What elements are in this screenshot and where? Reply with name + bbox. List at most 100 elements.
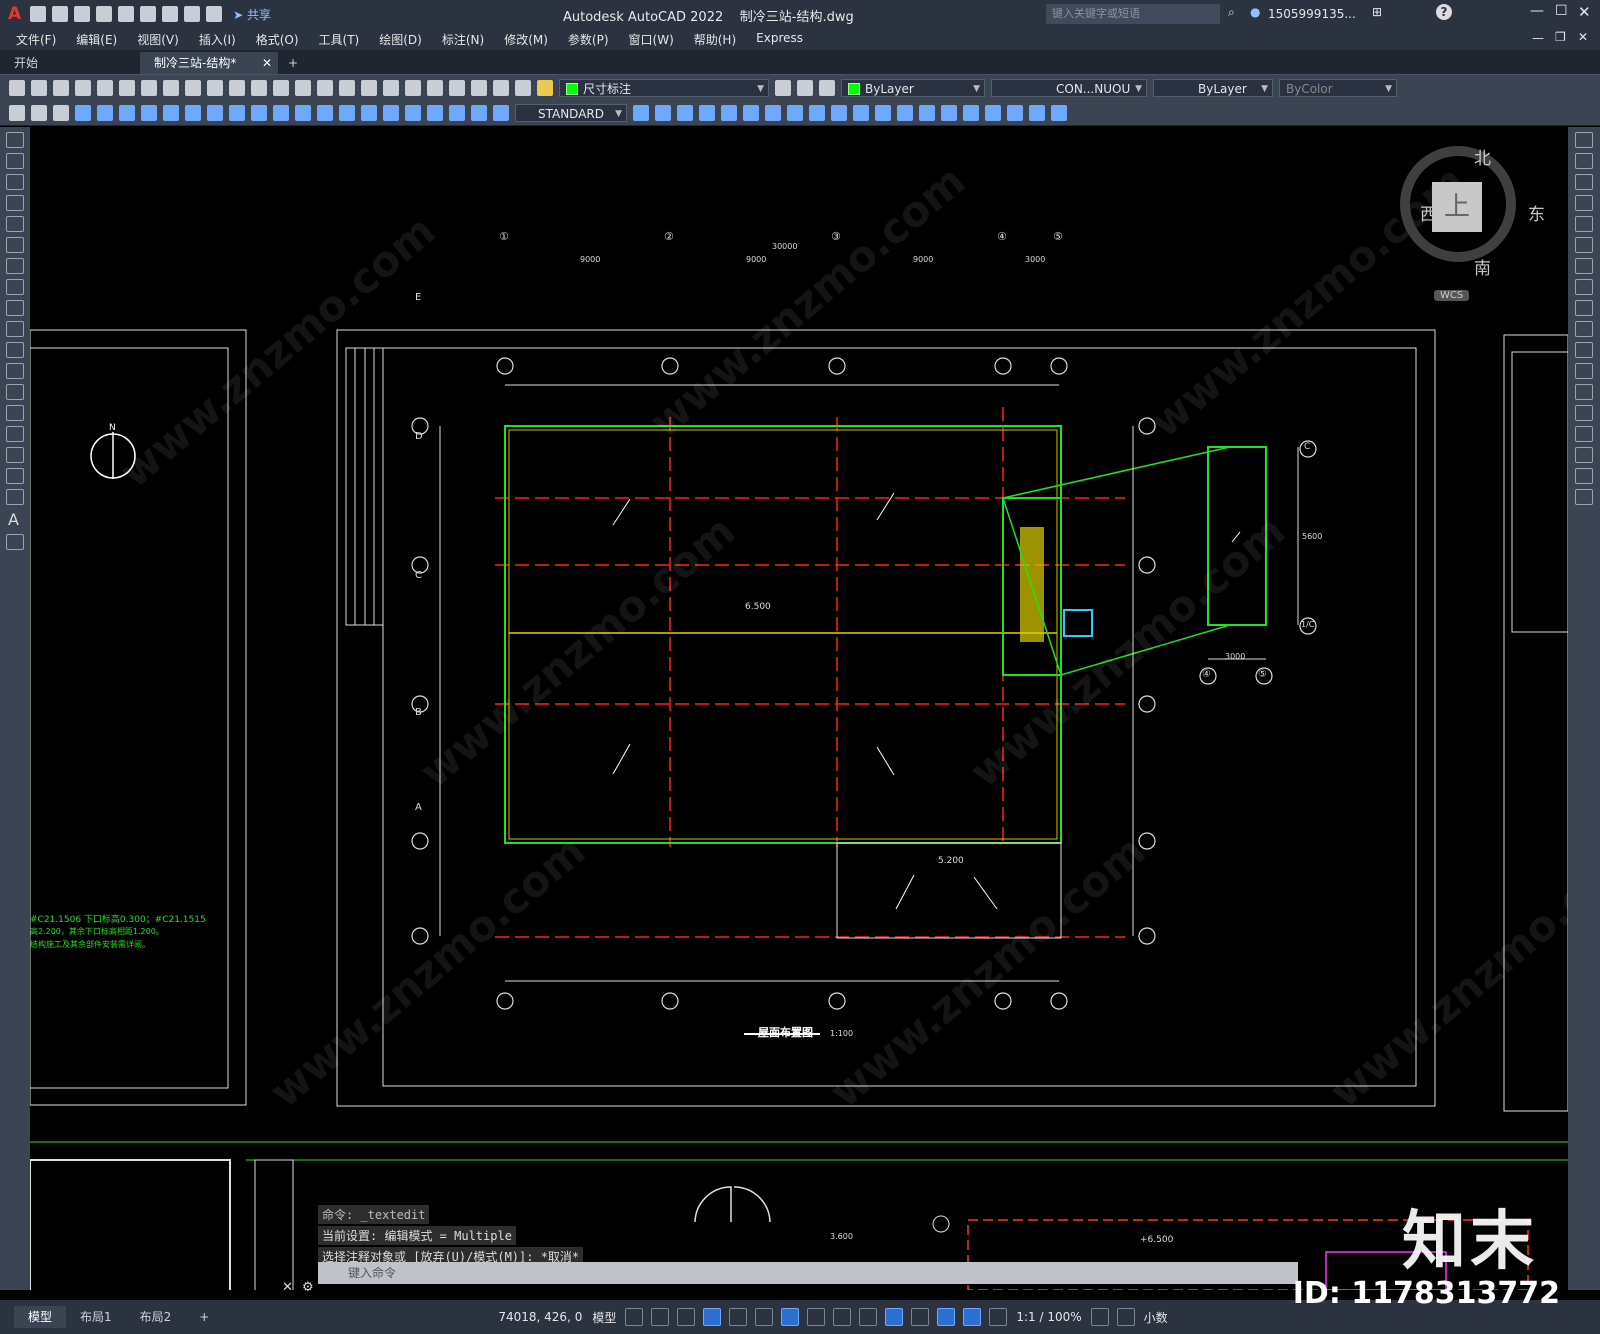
- help-tb-icon[interactable]: [493, 79, 509, 96]
- dim-break-icon[interactable]: [339, 104, 355, 121]
- plot-icon[interactable]: [162, 6, 179, 22]
- center-mark-icon[interactable]: [383, 104, 399, 121]
- selection-cycling-icon[interactable]: [859, 1308, 878, 1326]
- circle-icon[interactable]: [6, 258, 24, 274]
- plus-icon[interactable]: [1116, 1308, 1135, 1326]
- tab-close-icon[interactable]: ✕: [262, 52, 272, 74]
- ungroup-icon[interactable]: [53, 104, 69, 121]
- extend-icon[interactable]: [875, 104, 891, 121]
- move-side-icon[interactable]: [1575, 237, 1593, 253]
- copy-object-icon[interactable]: [677, 104, 693, 121]
- publish-icon[interactable]: [119, 79, 135, 96]
- command-customize-icon[interactable]: ⚙: [302, 1280, 314, 1295]
- tolerance-icon[interactable]: [361, 104, 377, 121]
- dim-jogged-icon[interactable]: [185, 104, 201, 121]
- open-file-icon[interactable]: [52, 6, 69, 22]
- transparency-icon[interactable]: [833, 1308, 852, 1326]
- join-icon[interactable]: [919, 104, 935, 121]
- tool-palettes-icon[interactable]: [405, 79, 421, 96]
- qnew-icon[interactable]: [9, 79, 25, 96]
- tab-new[interactable]: +: [278, 52, 308, 74]
- workspace-icon[interactable]: [1090, 1308, 1109, 1326]
- dim-arc-icon[interactable]: [119, 104, 135, 121]
- menu-item-11[interactable]: 帮助(H): [684, 31, 746, 48]
- rotate-icon[interactable]: [787, 104, 803, 121]
- redo-icon[interactable]: [206, 6, 223, 22]
- infer-icon[interactable]: [677, 1308, 696, 1326]
- annotation-scale[interactable]: 1:1 / 100%: [1011, 1310, 1086, 1324]
- cut-icon[interactable]: [141, 79, 157, 96]
- construction-line-icon[interactable]: [6, 153, 24, 169]
- chamfer-side-icon[interactable]: [1575, 426, 1593, 442]
- mirror-side-icon[interactable]: [1575, 174, 1593, 190]
- open-web-icon[interactable]: [118, 6, 135, 22]
- polar-icon[interactable]: [729, 1308, 748, 1326]
- menu-item-5[interactable]: 工具(T): [309, 31, 370, 48]
- dim-radius-icon[interactable]: [163, 104, 179, 121]
- tab-drawing[interactable]: 制冷三站-结构* ✕: [140, 52, 278, 74]
- paste-icon[interactable]: [185, 79, 201, 96]
- auto-scale-icon[interactable]: [989, 1308, 1008, 1326]
- layout-tab-1[interactable]: 布局1: [66, 1306, 126, 1328]
- dim-linear-icon[interactable]: [75, 104, 91, 121]
- annotation-visibility-icon[interactable]: [963, 1308, 982, 1326]
- break-icon[interactable]: [897, 104, 913, 121]
- dim-text-edit-icon[interactable]: [471, 104, 487, 121]
- layer-dropdown[interactable]: 尺寸标注 ▼: [559, 78, 769, 97]
- dim-angular-icon[interactable]: [229, 104, 245, 121]
- jog-line-icon[interactable]: [427, 104, 443, 121]
- qsave-icon[interactable]: [53, 79, 69, 96]
- add-selected-icon[interactable]: [6, 534, 24, 550]
- offset-icon[interactable]: [721, 104, 737, 121]
- undo-tb-icon[interactable]: [229, 79, 245, 96]
- search-input[interactable]: 键入关键字或短语: [1046, 4, 1220, 24]
- ortho-icon[interactable]: [703, 1308, 722, 1326]
- save-web-icon[interactable]: [140, 6, 157, 22]
- quick-dim-icon[interactable]: [251, 104, 267, 121]
- layout-tab-add[interactable]: +: [185, 1306, 223, 1328]
- drawing-canvas[interactable]: ① ② ③ ④ ⑤ E D C B A 30000 9000 9000 9000…: [30, 127, 1568, 1290]
- dim-space-icon[interactable]: [317, 104, 333, 121]
- tab-start[interactable]: 开始: [0, 52, 140, 74]
- stretch-side-icon[interactable]: [1575, 300, 1593, 316]
- break-point-side-icon[interactable]: [1575, 363, 1593, 379]
- erase-side-icon[interactable]: [1575, 132, 1593, 148]
- hatch-icon[interactable]: [6, 426, 24, 442]
- menu-item-2[interactable]: 视图(V): [127, 31, 189, 48]
- lineweight-dropdown[interactable]: ByLayer ▼: [1153, 78, 1273, 97]
- layer-manager-icon[interactable]: [515, 79, 531, 96]
- make-current-icon[interactable]: [775, 79, 791, 96]
- cart-icon[interactable]: ⊞: [1372, 5, 1382, 19]
- help-button[interactable]: ?: [1436, 4, 1452, 20]
- layout-tab-2[interactable]: 布局2: [126, 1306, 186, 1328]
- maximize-icon[interactable]: ☐: [1555, 3, 1568, 19]
- stretch-icon[interactable]: [831, 104, 847, 121]
- menu-item-4[interactable]: 格式(O): [246, 31, 309, 48]
- layer-state-icon[interactable]: [819, 79, 835, 96]
- model-space-button[interactable]: 模型: [587, 1309, 621, 1326]
- group-icon[interactable]: [31, 104, 47, 121]
- line-icon[interactable]: [6, 132, 24, 148]
- menu-item-6[interactable]: 绘图(D): [369, 31, 432, 48]
- gradient-icon[interactable]: [6, 447, 24, 463]
- 3d-osnap-icon[interactable]: [885, 1308, 904, 1326]
- layout-tab-model[interactable]: 模型: [14, 1306, 67, 1328]
- blend-side-icon[interactable]: [1575, 468, 1593, 484]
- search-icon[interactable]: ⌕: [1228, 5, 1235, 20]
- pedit-icon[interactable]: [1029, 104, 1045, 121]
- explode-icon[interactable]: [985, 104, 1001, 121]
- splinedit-icon[interactable]: [1051, 104, 1067, 121]
- dim-baseline-icon[interactable]: [273, 104, 289, 121]
- layer-previous-icon[interactable]: [797, 79, 813, 96]
- chamfer-icon[interactable]: [941, 104, 957, 121]
- color-dropdown[interactable]: ByLayer ▼: [841, 78, 985, 97]
- viewcube-south[interactable]: 南: [1474, 254, 1491, 279]
- gizmo-icon[interactable]: [937, 1308, 956, 1326]
- properties-icon[interactable]: [361, 79, 377, 96]
- plotstyle-dropdown[interactable]: ByColor ▼: [1279, 78, 1397, 97]
- scale-side-icon[interactable]: [1575, 279, 1593, 295]
- viewcube-east[interactable]: 东: [1528, 200, 1545, 225]
- insert-block-icon[interactable]: [6, 363, 24, 379]
- revcloud-icon[interactable]: [6, 279, 24, 295]
- command-input[interactable]: 键入命令: [318, 1262, 1298, 1284]
